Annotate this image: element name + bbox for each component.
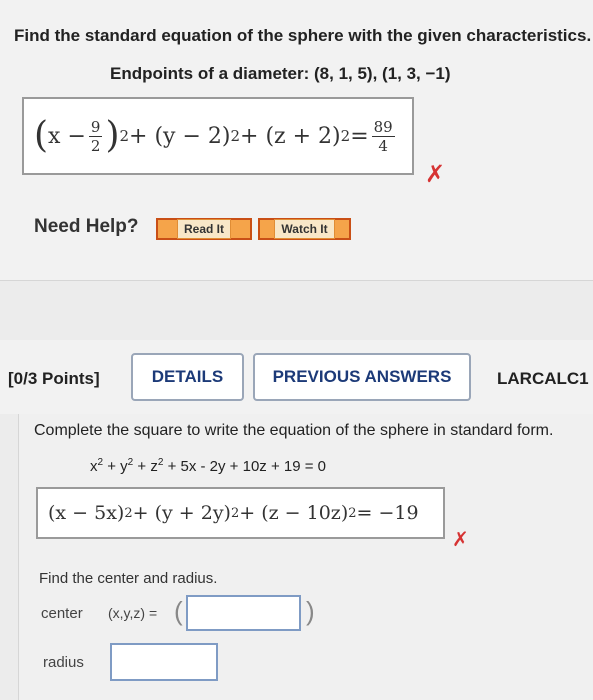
- close-paren: ): [306, 596, 315, 626]
- previous-answers-button[interactable]: PREVIOUS ANSWERS: [253, 353, 471, 401]
- question-1-answer-box[interactable]: ( x − 9 2 ) 2 + (y − 2) 2 + (z + 2) 2 = …: [22, 97, 414, 175]
- exponent: 2: [230, 127, 241, 145]
- exponent: 2: [119, 127, 130, 145]
- exponent: 2: [348, 505, 357, 521]
- fraction-denominator: 2: [90, 136, 101, 155]
- details-button[interactable]: DETAILS: [131, 353, 244, 401]
- radius-label: radius: [43, 654, 84, 671]
- exponent: 2: [340, 127, 351, 145]
- radius-input[interactable]: [110, 643, 218, 681]
- read-it-label: Read It: [176, 219, 231, 239]
- close-paren: ): [105, 115, 120, 156]
- watch-it-button[interactable]: Watch It: [258, 218, 351, 240]
- answer-part: = −19: [356, 502, 419, 524]
- equation-part: x: [90, 458, 98, 475]
- open-paren: (: [34, 115, 49, 156]
- equation-part: + y: [103, 458, 128, 475]
- question-2-equation: x2 + y2 + z2 + 5x - 2y + 10z + 19 = 0: [90, 457, 326, 475]
- question-2-prompt: Complete the square to write the equatio…: [34, 422, 554, 439]
- need-help-label: Need Help?: [34, 216, 139, 237]
- find-center-radius-prompt: Find the center and radius.: [39, 570, 218, 587]
- answer-part: + (z − 10z): [239, 502, 349, 524]
- incorrect-icon: ✗: [425, 161, 446, 188]
- x-term: x −: [48, 123, 86, 149]
- question-2-answer-box[interactable]: (x − 5x) 2 + (y + 2y) 2 + (z − 10z) 2 = −19: [36, 487, 445, 539]
- course-code: LARCALC1: [497, 369, 589, 388]
- fraction-numerator: 9: [88, 117, 103, 137]
- points-label: [0/3 Points]: [8, 369, 100, 388]
- answer-part: + (y + 2y): [132, 502, 231, 524]
- center-input[interactable]: [186, 595, 301, 631]
- center-coordinates-label: (x,y,z) =: [108, 605, 158, 621]
- exponent: 2: [230, 505, 240, 521]
- question-1-characteristic: Endpoints of a diameter: (8, 1, 5), (1, …: [110, 64, 451, 83]
- open-paren: (: [174, 596, 183, 626]
- question-1-prompt: Find the standard equation of the sphere…: [14, 26, 592, 45]
- center-label: center: [41, 605, 83, 622]
- y-term: + (y − 2): [129, 123, 231, 149]
- equation-part: + z: [133, 458, 158, 475]
- equals-sign: =: [350, 123, 369, 149]
- exponent: 2: [124, 505, 133, 521]
- fraction-numerator: 89: [371, 117, 395, 137]
- fraction-denominator: 4: [378, 136, 388, 155]
- z-term: + (z + 2): [240, 123, 341, 149]
- read-it-button[interactable]: Read It: [156, 218, 252, 240]
- fraction-nine-halves: 9 2: [88, 117, 103, 155]
- fraction-rhs: 89 4: [371, 117, 395, 155]
- watch-it-label: Watch It: [274, 219, 335, 239]
- incorrect-icon: ✗: [452, 529, 469, 551]
- answer-part: (x − 5x): [48, 502, 125, 524]
- equation-part: + 5x - 2y + 10z + 19 = 0: [163, 458, 327, 475]
